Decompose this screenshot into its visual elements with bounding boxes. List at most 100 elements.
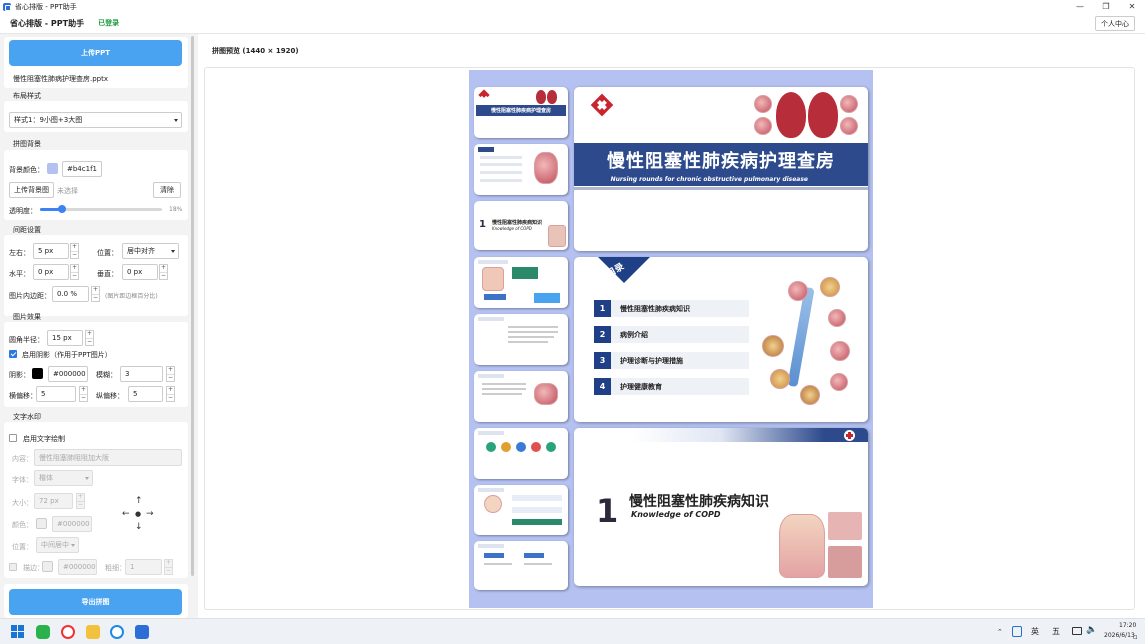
toc-tab-shape [478, 147, 494, 152]
wm-stroke-checkbox[interactable] [9, 563, 17, 571]
wm-stroke-swatch[interactable] [42, 561, 53, 572]
lung-illustration [534, 383, 558, 405]
yoff-value: 5 [133, 390, 138, 398]
padding-stepper[interactable]: + − [91, 286, 100, 302]
v-spacing-stepper[interactable]: + − [159, 264, 168, 280]
network-icon[interactable] [1072, 627, 1082, 635]
thumb-slide-toc [474, 144, 568, 195]
notification-icon[interactable]: ▫ [1133, 633, 1138, 641]
background-panel: 背景颜色： #b4c1f1 上传背景图 未选择 清除 透明度： 18% [4, 150, 188, 220]
app-icon-red[interactable] [61, 625, 75, 639]
wm-size-stepper[interactable]: + − [76, 493, 85, 509]
file-explorer-icon[interactable] [86, 625, 100, 639]
chevron-up-icon[interactable]: ⌃ [997, 628, 1003, 636]
radius-stepper[interactable]: + − [85, 330, 94, 346]
app-icon [3, 2, 11, 11]
wm-stroke-hex-input[interactable]: #000000 [58, 559, 97, 575]
yoff-input[interactable]: 5 [128, 386, 163, 402]
wm-color-hex-value: #000000 [57, 520, 90, 528]
toc-num-3: 3 [594, 352, 611, 369]
alveoli-image [754, 95, 772, 113]
windows-start-icon[interactable] [11, 625, 25, 639]
background-section-title: 拼图背景 [13, 140, 41, 148]
login-status: 已登录 [98, 19, 120, 27]
thumb-cover-title: 慢性阻塞性肺疾病护理查房 [490, 108, 551, 114]
thumb-section-subtitle: Knowledge of COPD [492, 226, 532, 231]
toc-item-2: 2 病例介绍 [594, 326, 749, 343]
wm-stroke-hex-value: #000000 [63, 563, 96, 571]
person-image [484, 495, 502, 513]
user-center-button[interactable]: 个人中心 [1095, 16, 1135, 31]
layout-select[interactable]: 样式1：9小图+3大图 [9, 112, 182, 128]
thumb-slide-cover: 慢性阻塞性肺疾病护理查房 [474, 87, 568, 138]
upload-bg-button[interactable]: 上传背景图 [9, 182, 54, 198]
lr-spacing-stepper[interactable]: + − [70, 243, 79, 259]
wm-font-select[interactable]: 楷体 [34, 470, 93, 486]
shadow-color-label: 阴影： [9, 371, 30, 379]
wm-thickness-stepper[interactable]: + − [164, 559, 173, 575]
alveoli-image [830, 373, 848, 391]
speaker-icon[interactable]: 🔈 [1086, 625, 1097, 635]
maximize-button[interactable]: ❐ [1093, 0, 1119, 13]
thumb-slide-6 [474, 371, 568, 422]
h-spacing-input[interactable]: 0 px [33, 264, 69, 280]
xoff-input[interactable]: 5 [36, 386, 76, 402]
lung-icon [776, 92, 806, 138]
position-select-value: 居中对齐 [127, 247, 155, 255]
blur-input[interactable]: 3 [120, 366, 163, 382]
lr-spacing-input[interactable]: 5 px [33, 243, 69, 259]
wm-right-arrow-icon[interactable]: → [146, 510, 154, 519]
h-label: 水平： [9, 270, 30, 278]
ppt-assistant-taskbar-icon[interactable] [135, 625, 149, 639]
bg-color-hex-input[interactable]: #b4c1f1 [62, 161, 102, 177]
browser-icon[interactable] [110, 625, 124, 639]
xoff-stepper[interactable]: + − [79, 386, 88, 402]
ime-mode[interactable]: 五 [1052, 626, 1060, 637]
effects-panel: 圆角半径： 15 px + − 启用阴影（作用于PPT图片） 阴影： #00000… [4, 322, 188, 407]
toc-line [480, 179, 522, 182]
wm-pos-select[interactable]: 中间居中 [36, 537, 79, 553]
v-spacing-input[interactable]: 0 px [122, 264, 158, 280]
shadow-color-swatch[interactable] [32, 368, 43, 379]
radius-input[interactable]: 15 px [47, 330, 83, 346]
wechat-icon[interactable] [36, 625, 50, 639]
blur-stepper[interactable]: + − [166, 366, 175, 382]
clock-time[interactable]: 17:20 [1119, 622, 1136, 629]
sidebar-scrollbar[interactable] [191, 36, 194, 576]
opacity-slider-thumb[interactable] [57, 205, 66, 213]
chevron-down-icon [171, 250, 175, 253]
wm-left-arrow-icon[interactable]: ← [122, 510, 130, 519]
toc-item-4: 4 护理健康教育 [594, 378, 749, 395]
export-collage-button[interactable]: 导出拼图 [9, 589, 182, 615]
chevron-down-icon [174, 119, 178, 122]
toc-num-1: 1 [594, 300, 611, 317]
wm-size-input[interactable]: 72 px [34, 493, 73, 509]
shadow-checkbox[interactable] [9, 350, 17, 358]
ime-language[interactable]: 英 [1031, 626, 1039, 637]
shield-icon[interactable] [1012, 626, 1022, 637]
h-spacing-stepper[interactable]: + − [70, 264, 79, 280]
shadow-color-hex-input[interactable]: #000000 [48, 366, 88, 382]
minimize-button[interactable]: — [1067, 0, 1093, 13]
wm-color-hex-input[interactable]: #000000 [52, 516, 92, 532]
shadow-label: 启用阴影（作用于PPT图片） [22, 351, 112, 359]
clear-bg-label: 清除 [160, 186, 174, 194]
yoff-stepper[interactable]: + − [166, 386, 175, 402]
clear-bg-button[interactable]: 清除 [153, 182, 181, 198]
wm-center-dot-icon[interactable]: ● [135, 511, 141, 518]
opacity-slider[interactable] [40, 205, 162, 213]
upload-ppt-button[interactable]: 上传PPT [9, 40, 182, 66]
wm-color-swatch[interactable] [36, 518, 47, 529]
position-label: 位置： [97, 249, 118, 257]
wm-down-arrow-icon[interactable]: ↓ [135, 523, 143, 532]
wm-thickness-input[interactable]: 1 [125, 559, 162, 575]
lr-label: 左右： [9, 249, 30, 257]
wm-up-arrow-icon[interactable]: ↑ [135, 497, 143, 506]
clock-date[interactable]: 2026/6/13 [1104, 632, 1135, 639]
padding-input[interactable]: 0.0 % [52, 286, 89, 302]
watermark-checkbox[interactable] [9, 434, 17, 442]
position-select[interactable]: 居中对齐 [122, 243, 179, 259]
wm-content-input[interactable]: 慢性阻塞肺阻阻加大阪 [34, 449, 182, 466]
bg-color-swatch[interactable] [47, 163, 58, 174]
close-button[interactable]: ✕ [1119, 0, 1145, 13]
